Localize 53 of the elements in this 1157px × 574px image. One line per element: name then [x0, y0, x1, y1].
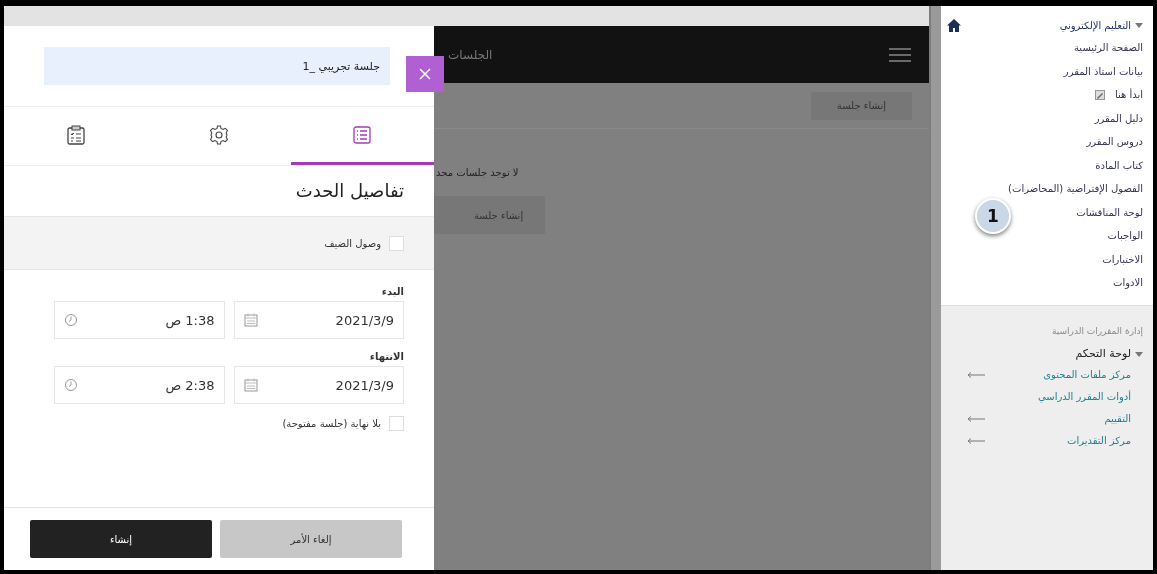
time-field[interactable]: 1:38 ص	[54, 301, 225, 339]
menu-link[interactable]: بيانات استاذ المقرر	[1063, 65, 1143, 77]
menu-link[interactable]: كتاب المادة	[1095, 159, 1143, 171]
clock-icon	[64, 378, 78, 392]
settings-icon	[209, 124, 229, 145]
menu-link[interactable]: لوحة المناقشات	[1076, 206, 1143, 218]
clock-icon	[64, 313, 78, 327]
section-heading: إدارة المقررات الدراسية	[1051, 325, 1143, 336]
menu-title[interactable]: التعليم الإلكتروني	[965, 19, 1131, 31]
scrollbar[interactable]	[929, 6, 941, 570]
checkbox[interactable]	[389, 416, 404, 431]
menu-title[interactable]: لوحة التحكم	[1075, 347, 1131, 360]
date-field[interactable]: 2021/3/9	[233, 366, 404, 404]
menu-link[interactable]: الاختبارات	[1102, 253, 1143, 265]
calendar-icon	[243, 313, 258, 327]
menu-link[interactable]: الفصول الإفتراضية (المحاضرات)	[1008, 183, 1143, 195]
checkbox-label: بلا نهاية (جلسة مفتوحة)	[282, 418, 381, 429]
menu-link[interactable]: دروس المقرر	[1086, 136, 1143, 148]
arrow-icon[interactable]	[967, 415, 985, 422]
list-icon	[353, 125, 372, 144]
create-button[interactable]: إنشاء	[30, 520, 212, 558]
arrow-icon[interactable]	[967, 371, 985, 378]
calendar-icon	[243, 378, 258, 392]
close-button[interactable]	[406, 56, 444, 92]
menu-link[interactable]: الادوات	[1113, 277, 1143, 289]
clipboard-icon	[66, 124, 85, 145]
menu-link[interactable]: ابدأ هنا	[1114, 89, 1143, 101]
menu-link[interactable]: مركز التقديرات	[1067, 435, 1131, 446]
field-label: البدء	[380, 286, 404, 297]
edit-icon	[1094, 89, 1105, 100]
menu-link[interactable]: مركز ملفات المحتوى	[1043, 369, 1131, 380]
menu-icon[interactable]	[889, 47, 911, 62]
menu-link[interactable]: أدوات المقرر الدراسي	[1037, 391, 1131, 402]
menu-link[interactable]: دليل المقرر	[1094, 112, 1143, 124]
close-icon	[419, 68, 431, 80]
title-field[interactable]: جلسة تجريبي _1	[44, 47, 390, 85]
step-badge: 1	[975, 198, 1011, 234]
checkbox[interactable]	[389, 235, 404, 251]
menu-link[interactable]: التقييم	[1104, 413, 1131, 424]
empty-message: لا توجد جلسات محد	[435, 167, 519, 178]
page-title: الجلسات	[448, 47, 493, 62]
caret-icon[interactable]	[1135, 21, 1143, 29]
checkbox-label: وصول الضيف	[324, 237, 381, 249]
caret-icon[interactable]	[1135, 349, 1143, 358]
home-icon[interactable]	[947, 18, 961, 32]
section-heading: تفاصيل الحدث	[294, 179, 405, 203]
menu-link[interactable]: الصفحة الرئيسية	[1074, 42, 1143, 54]
time-field[interactable]: 2:38 ص	[54, 366, 225, 404]
arrow-icon[interactable]	[967, 437, 985, 444]
date-field[interactable]: 2021/3/9	[233, 301, 404, 339]
cancel-button[interactable]: إلغاء الأمر	[220, 520, 402, 558]
field-label: الانتهاء	[368, 351, 404, 362]
menu-link[interactable]: الواجبات	[1107, 230, 1143, 242]
